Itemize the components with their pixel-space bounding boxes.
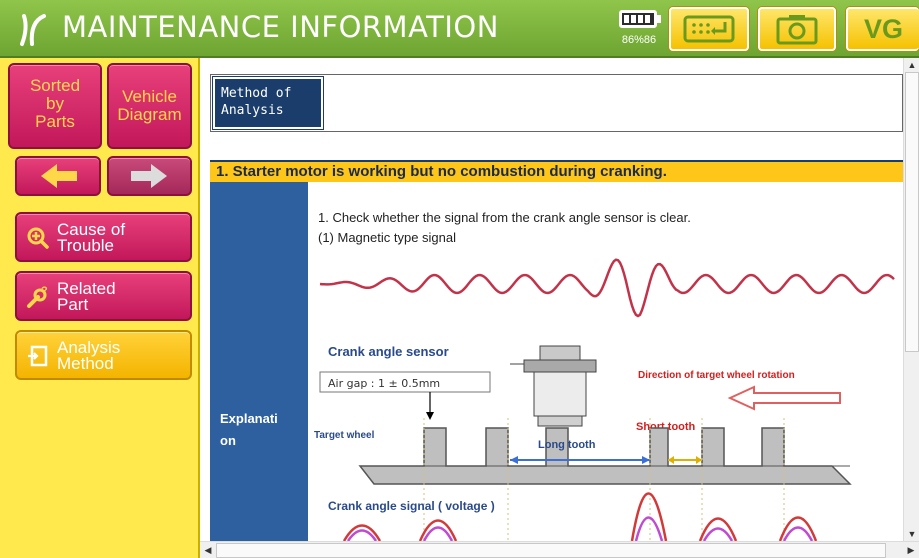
vertical-scroll-thumb[interactable]: [905, 72, 919, 352]
app-logo-icon: [20, 14, 46, 46]
horizontal-scrollbar[interactable]: ◀ ▶: [200, 541, 919, 558]
method-label-line1: Method of: [221, 86, 292, 101]
explanation-text: 1. Check whether the signal from the cra…: [318, 208, 691, 248]
sorted-by-parts-button[interactable]: Sorted by Parts: [8, 63, 102, 149]
vg-label: VG: [863, 14, 903, 44]
document-arrow-icon: [28, 345, 48, 367]
sensor-label: Crank angle sensor: [328, 344, 449, 359]
page-title: MAINTENANCE INFORMATION: [62, 10, 499, 44]
target-wheel-shape: [358, 427, 852, 485]
explanation-column: Explanati on: [210, 182, 308, 541]
method-of-analysis-box: Method of Analysis: [210, 74, 903, 132]
target-wheel-label: Target wheel: [314, 430, 375, 441]
battery-icon: [619, 10, 657, 28]
method-label: Method of Analysis: [212, 76, 324, 130]
section-header: 1. Starter motor is working but no combu…: [210, 160, 903, 182]
camera-button[interactable]: [758, 7, 836, 51]
vg-button[interactable]: VG: [846, 7, 919, 51]
related-label-line2: Part: [57, 295, 89, 314]
magnetic-signal-waveform: [319, 258, 895, 318]
next-button[interactable]: [107, 156, 192, 196]
crank-sensor-diagram: Crank angle sensor Air gap : 1 ± 0.5mm D…: [314, 258, 895, 541]
vehicle-label-line2: Diagram: [117, 105, 182, 124]
sensor-body: [523, 345, 597, 427]
sorted-label-line3: Parts: [35, 112, 75, 131]
air-gap-label: Air gap : 1 ± 0.5mm: [328, 377, 440, 390]
method-label-line2: Analysis: [221, 103, 284, 118]
scroll-up-icon[interactable]: ▲: [904, 58, 919, 72]
scroll-left-icon[interactable]: ◀: [200, 543, 216, 557]
battery-indicator: 86%86: [613, 8, 665, 52]
explanation-line-2: (1) Magnetic type signal: [318, 230, 457, 245]
sidebar: Sorted by Parts Vehicle Diagram Cause of…: [0, 58, 200, 558]
sorted-label-line2: by: [46, 94, 64, 113]
battery-label: 86%86: [621, 34, 657, 46]
wrench-question-icon: ?: [27, 285, 48, 308]
explanation-label-line1: Explanati: [220, 411, 278, 426]
svg-text:?: ?: [41, 285, 48, 297]
scroll-right-icon[interactable]: ▶: [903, 543, 919, 557]
arrow-right-icon: [131, 164, 167, 188]
scroll-down-icon[interactable]: ▼: [904, 527, 919, 541]
keyboard-enter-icon: [683, 15, 735, 43]
camera-icon: [776, 15, 818, 45]
direction-arrow-icon: [727, 385, 841, 411]
signal-label: Crank angle signal ( voltage ): [328, 499, 495, 513]
magnifier-plus-icon: [27, 227, 49, 249]
explanation-label-line2: on: [220, 433, 236, 448]
title-bar: MAINTENANCE INFORMATION 86%86 VG: [0, 0, 919, 58]
arrow-left-icon: [41, 164, 77, 188]
vertical-scrollbar[interactable]: ▲ ▼: [903, 58, 919, 541]
sorted-label-line1: Sorted: [29, 76, 81, 95]
keyboard-button[interactable]: [669, 7, 749, 51]
explanation-label: Explanati on: [220, 408, 300, 452]
content-panel: Method of Analysis 1. Starter motor is w…: [200, 58, 903, 541]
analysis-method-button[interactable]: Analysis Method: [15, 330, 192, 380]
analysis-label-line2: Method: [57, 354, 114, 373]
long-tooth-label: Long tooth: [538, 439, 596, 451]
direction-label: Direction of target wheel rotation: [638, 370, 795, 381]
cause-label-line2: Trouble: [57, 236, 115, 255]
vehicle-label-line1: Vehicle: [122, 87, 177, 106]
horizontal-scroll-thumb[interactable]: [216, 543, 886, 558]
explanation-line-1: 1. Check whether the signal from the cra…: [318, 210, 691, 225]
related-part-button[interactable]: ? Related Part: [15, 271, 192, 321]
vehicle-diagram-button[interactable]: Vehicle Diagram: [107, 63, 192, 149]
previous-button[interactable]: [15, 156, 101, 196]
cause-of-trouble-button[interactable]: Cause of Trouble: [15, 212, 192, 262]
